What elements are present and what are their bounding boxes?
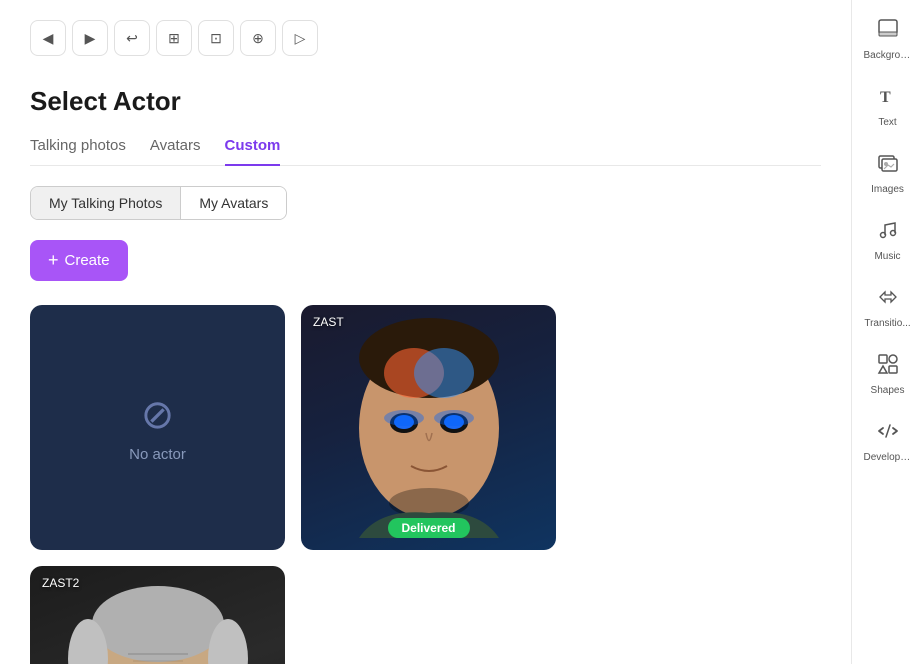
toolbar-btn-play[interactable]: ▷ (282, 20, 318, 56)
create-label: Create (65, 252, 110, 269)
text-icon: T (877, 85, 899, 113)
actor-badge-zast: Delivered (387, 518, 469, 538)
sidebar-label-transitions: Transitio... (864, 318, 912, 329)
sidebar-label-text: Text (864, 117, 912, 128)
transitions-icon (877, 286, 899, 314)
sidebar-label-background: Backgrou... (864, 50, 912, 61)
toolbar-btn-add[interactable]: ⊕ (240, 20, 276, 56)
sidebar-label-developer: Develope... (864, 452, 912, 463)
toolbar-btn-grid[interactable]: ⊞ (156, 20, 192, 56)
tab-avatars[interactable]: Avatars (150, 137, 201, 166)
sidebar-label-shapes: Shapes (864, 385, 912, 396)
actor-label-zast2: ZAST2 (42, 576, 79, 590)
page-title: Select Actor (30, 86, 821, 117)
toolbar-btn-undo[interactable]: ↩ (114, 20, 150, 56)
main-content: ◀ ▶ ↩ ⊞ ⊡ ⊕ ▷ Select Actor Talking photo… (0, 0, 851, 664)
sidebar-item-images[interactable]: Images (858, 142, 918, 205)
sidebar-item-developer[interactable]: Develope... (858, 410, 918, 473)
actor-card-zast[interactable]: ZAST (301, 305, 556, 550)
no-actor-label: No actor (129, 446, 186, 463)
shapes-icon (877, 353, 899, 381)
tab-talking-photos[interactable]: Talking photos (30, 137, 126, 166)
no-actor-icon: ⊘ (141, 392, 175, 438)
toolbar-btn-forward[interactable]: ▶ (72, 20, 108, 56)
sidebar-item-transitions[interactable]: Transitio... (858, 276, 918, 339)
sub-buttons: My Talking Photos My Avatars (30, 186, 287, 220)
developer-icon (877, 420, 899, 448)
actor-card-no-actor[interactable]: ⊘ No actor (30, 305, 285, 550)
top-toolbar: ◀ ▶ ↩ ⊞ ⊡ ⊕ ▷ (30, 20, 821, 66)
sidebar-label-music: Music (864, 251, 912, 262)
background-icon (877, 18, 899, 46)
images-icon (877, 152, 899, 180)
sidebar-item-background[interactable]: Backgrou... (858, 8, 918, 71)
right-sidebar: Backgrou... T Text Images (851, 0, 923, 664)
toolbar-btn-expand[interactable]: ⊡ (198, 20, 234, 56)
sidebar-item-shapes[interactable]: Shapes (858, 343, 918, 406)
actor-face-zast (301, 305, 556, 550)
sidebar-item-text[interactable]: T Text (858, 75, 918, 138)
create-button[interactable]: + Create (30, 240, 128, 281)
actor-label-zast: ZAST (313, 315, 344, 329)
toolbar-btn-back[interactable]: ◀ (30, 20, 66, 56)
actor-grid: ⊘ No actor ZAST (30, 305, 821, 664)
sidebar-item-music[interactable]: Music (858, 209, 918, 272)
svg-text:T: T (880, 89, 891, 106)
tabs: Talking photos Avatars Custom (30, 137, 821, 166)
create-plus-icon: + (48, 250, 59, 271)
sidebar-label-images: Images (864, 184, 912, 195)
actor-card-zast2[interactable]: ZAST2 (30, 566, 285, 664)
sub-btn-my-avatars[interactable]: My Avatars (181, 187, 286, 219)
music-icon (877, 219, 899, 247)
tab-custom[interactable]: Custom (225, 137, 281, 166)
sub-btn-my-talking-photos[interactable]: My Talking Photos (31, 187, 181, 219)
